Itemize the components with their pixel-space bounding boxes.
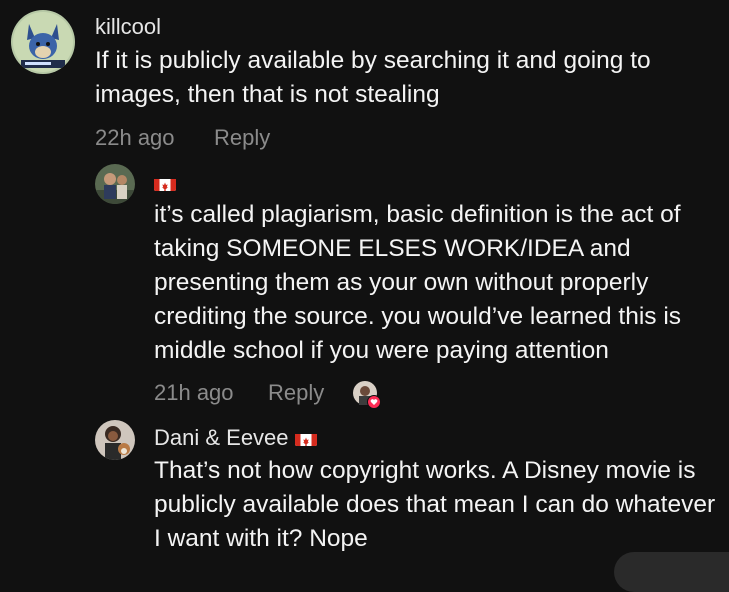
username[interactable]: killcool — [95, 14, 161, 40]
avatar[interactable] — [11, 10, 75, 74]
canada-flag-icon — [154, 175, 176, 191]
liked-by-creator-icon — [352, 380, 381, 409]
username[interactable]: Dani & Eevee — [154, 425, 317, 451]
floating-action-widget[interactable] — [614, 552, 729, 592]
username[interactable] — [154, 170, 176, 196]
avatar[interactable] — [95, 164, 135, 204]
comment-text: it’s called plagiarism, basic definition… — [154, 201, 682, 364]
avatar-image — [11, 10, 75, 74]
reply-button[interactable]: Reply — [214, 125, 270, 151]
avatar[interactable] — [95, 420, 135, 460]
username-text: Dani & Eevee — [154, 425, 289, 450]
canada-flag-icon — [294, 430, 317, 446]
comment-text: If it is publicly available by searching… — [95, 47, 651, 108]
reply-button[interactable]: Reply — [268, 380, 324, 406]
avatar-image — [95, 420, 135, 460]
timestamp: 21h ago — [154, 380, 234, 405]
timestamp: 22h ago — [95, 125, 175, 150]
avatar-image — [95, 164, 135, 204]
comment-text: That’s not how copyright works. A Disney… — [154, 457, 716, 552]
